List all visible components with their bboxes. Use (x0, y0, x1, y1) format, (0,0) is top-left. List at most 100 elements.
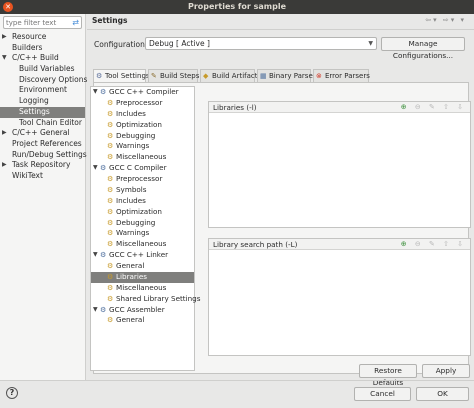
libraries-list-title: Libraries (-l) (213, 103, 257, 112)
option-icon: ⚙ (107, 142, 114, 151)
tool-tree-tool[interactable]: ▼ ⚙ GCC C++ Compiler (91, 87, 194, 98)
libraries-list-tools: ⊕ ⊖ ✎ ⇧ ⇩ (401, 102, 466, 113)
tool-tree-option[interactable]: ⚙ Preprocessor (91, 174, 194, 185)
search-path-list-tools: ⊕ ⊖ ✎ ⇧ ⇩ (401, 239, 466, 250)
properties-tree-label: Build Variables (19, 64, 75, 74)
option-icon: ⚙ (107, 283, 114, 292)
tool-tree-option[interactable]: ⚙ Includes (91, 109, 194, 120)
option-icon: ⚙ (107, 131, 114, 140)
tool-tree-option[interactable]: ⚙ General (91, 315, 194, 326)
expand-arrow-icon[interactable]: ▼ (93, 163, 98, 174)
properties-tree-label: Run/Debug Settings (12, 149, 87, 159)
tool-tree-option[interactable]: ⚙ Warnings (91, 228, 194, 239)
collapse-arrow-icon[interactable]: ▶ (2, 160, 10, 171)
collapse-arrow-icon[interactable]: ▶ (2, 32, 10, 43)
search-path-edit-tools-icons[interactable]: ⊖ ✎ ⇧ ⇩ (415, 240, 466, 248)
tool-tree-tool[interactable]: ▼ ⚙ GCC C Compiler (91, 163, 194, 174)
window-close-icon[interactable]: ✕ (3, 2, 13, 12)
configuration-label: Configuration: (94, 40, 148, 49)
library-edit-tools-icons[interactable]: ⊖ ✎ ⇧ ⇩ (415, 103, 466, 111)
configuration-select[interactable]: Debug [ Active ] ▼ (145, 37, 377, 50)
properties-sidebar: ⇄ ▶ResourceBuilders▼C/C++ BuildBuild Var… (0, 14, 87, 380)
expand-arrow-icon[interactable]: ▼ (93, 305, 98, 316)
tool-tree-label: GCC Assembler (109, 304, 165, 314)
tool-tree-option[interactable]: ⚙ Miscellaneous (91, 152, 194, 163)
option-icon: ⚙ (107, 109, 114, 118)
tool-tree-label: GCC C++ Linker (109, 250, 169, 260)
properties-tree-label: Task Repository (12, 160, 71, 170)
option-icon: ⚙ (107, 153, 114, 162)
tool-tree-option[interactable]: ⚙ Miscellaneous (91, 283, 194, 294)
option-icon: ⚙ (107, 240, 114, 249)
apply-button[interactable]: Apply (422, 364, 470, 378)
tab-icon: ✎ (151, 72, 157, 80)
libraries-list[interactable]: Libraries (-l) ⊕ ⊖ ✎ ⇧ ⇩ (208, 101, 471, 228)
tool-tree-tool[interactable]: ▼ ⚙ GCC Assembler (91, 305, 194, 316)
tool-tree-option[interactable]: ⚙ Optimization (91, 120, 194, 131)
tab-error-parsers[interactable]: ⊗ Error Parsers (313, 69, 370, 82)
tab-build-steps[interactable]: ✎ Build Steps (148, 69, 199, 82)
restore-defaults-button[interactable]: Restore Defaults (359, 364, 417, 387)
page-title: Settings (92, 16, 128, 25)
add-search-path-icon[interactable]: ⊕ (401, 240, 410, 248)
tool-tree-option[interactable]: ⚙ Debugging (91, 218, 194, 229)
properties-tree-item[interactable]: Run/Debug Settings (0, 149, 87, 161)
tool-tree-option[interactable]: ⚙ Warnings (91, 141, 194, 152)
tool-tree-option[interactable]: ⚙ Libraries (91, 271, 194, 283)
properties-tree-item[interactable]: ▶ C/C++ General (0, 128, 85, 139)
filter-field[interactable]: ⇄ (3, 16, 82, 29)
ok-button[interactable]: OK (416, 387, 469, 401)
properties-tree-item[interactable]: Discovery Options (0, 75, 87, 86)
properties-tree-item[interactable]: Tool Chain Editor (0, 118, 85, 129)
help-icon[interactable]: ? (6, 387, 18, 399)
properties-tree-item[interactable]: Settings (0, 106, 85, 118)
properties-tree-label: C/C++ Build (12, 53, 59, 63)
tool-tree-option[interactable]: ⚙ Includes (91, 196, 194, 207)
filter-input[interactable] (4, 17, 66, 28)
tab-binary-parsers[interactable]: ▦ Binary Parsers (257, 69, 319, 82)
tool-icon: ⚙ (100, 88, 107, 96)
tool-tree-option[interactable]: ⚙ Debugging (91, 131, 194, 142)
collapse-arrow-icon[interactable]: ▶ (2, 128, 10, 139)
manage-configurations-button[interactable]: Manage Configurations... (381, 37, 465, 60)
add-library-icon[interactable]: ⊕ (401, 103, 410, 111)
tool-tree-option[interactable]: ⚙ Optimization (91, 207, 194, 218)
tab-icon: ⊗ (316, 72, 322, 80)
libraries-list-header: Libraries (-l) ⊕ ⊖ ✎ ⇧ ⇩ (209, 102, 470, 113)
expand-arrow-icon[interactable]: ▼ (2, 53, 10, 64)
properties-tree-item[interactable]: Build Variables (0, 64, 85, 75)
tool-tree-option[interactable]: ⚙ General (91, 261, 194, 272)
settings-page: Settings ⇦▾ ⇨▾ ▾ Configuration: Debug [ … (87, 14, 474, 387)
footer-separator (0, 380, 474, 381)
expand-arrow-icon[interactable]: ▼ (93, 250, 98, 261)
tool-tree-option[interactable]: ⚙ Miscellaneous (91, 239, 194, 250)
properties-tree-item[interactable]: Environment (0, 85, 85, 96)
properties-tree-item[interactable]: Builders (0, 43, 85, 54)
tool-tree-option[interactable]: ⚙ Preprocessor (91, 98, 194, 109)
option-icon: ⚙ (107, 316, 114, 325)
properties-tree-label: Project References (12, 138, 82, 148)
expand-arrow-icon[interactable]: ▼ (93, 87, 98, 98)
tool-tree-label: Includes (116, 108, 146, 118)
history-nav-icons[interactable]: ⇦▾ ⇨▾ ▾ (425, 16, 466, 24)
cancel-button[interactable]: Cancel (354, 387, 411, 401)
properties-tree-item[interactable]: Logging (0, 96, 85, 107)
tool-tree-option[interactable]: ⚙ Symbols (91, 185, 194, 196)
tab-tool-settings[interactable]: ⚙ Tool Settings (93, 69, 150, 83)
option-icon: ⚙ (107, 294, 114, 303)
option-icon: ⚙ (107, 207, 114, 216)
properties-tree: ▶ Resource Builders ▼ C/C++ Build Build Varia… (0, 32, 87, 182)
tab-build-artifact[interactable]: ◆ Build Artifact (200, 69, 258, 82)
tab-icon: ▦ (260, 72, 267, 80)
properties-tree-item[interactable]: ▶ Resource (0, 32, 85, 43)
properties-tree-item[interactable]: ▶ Task Repository (0, 160, 85, 171)
properties-tree-item[interactable]: ▼ C/C++ Build (0, 53, 85, 64)
library-search-path-list[interactable]: Library search path (-L) ⊕ ⊖ ✎ ⇧ ⇩ (208, 238, 471, 356)
tool-tree-tool[interactable]: ▼ ⚙ GCC C++ Linker (91, 250, 194, 261)
properties-tree-item[interactable]: WikiText (0, 171, 85, 182)
tool-tree-option[interactable]: ⚙ Shared Library Settings (91, 294, 201, 305)
clear-filter-icon[interactable]: ⇄ (72, 18, 79, 27)
properties-tree-item[interactable]: Project References (0, 139, 85, 150)
properties-tree-label: Logging (19, 96, 49, 106)
tool-tree-label: Warnings (116, 141, 150, 151)
